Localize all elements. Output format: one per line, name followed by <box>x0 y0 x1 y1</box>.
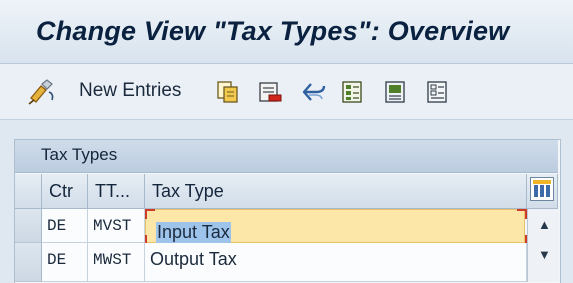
selected-text: Input Tax <box>156 222 231 243</box>
column-header-tax-type-label: Tax Type <box>152 181 224 201</box>
tax-type-input-field[interactable]: Input Tax <box>145 209 525 243</box>
table-settings-icon[interactable] <box>530 177 554 201</box>
table-cell-tt: MWST <box>88 243 145 282</box>
deselect-all-icon[interactable] <box>426 80 450 104</box>
cell-ctr-text: DE <box>47 217 67 235</box>
cell-ctr-text: DE <box>47 251 67 269</box>
column-header-ctr[interactable]: Ctr <box>42 174 88 209</box>
field-corner-mark <box>145 209 155 219</box>
column-header-tt[interactable]: TT... <box>88 174 145 209</box>
display-change-icon[interactable] <box>27 78 59 106</box>
page-title: Change View "Tax Types": Overview <box>36 16 510 46</box>
table-caption-text: Tax Types <box>41 145 118 164</box>
select-all-rows-button[interactable] <box>15 174 42 209</box>
column-header-ctr-label: Ctr <box>49 181 73 201</box>
select-all-icon[interactable] <box>341 80 365 104</box>
table-caption: Tax Types <box>15 140 558 173</box>
tax-type-input-field[interactable]: Output Tax <box>145 243 527 282</box>
title-bar: Change View "Tax Types": Overview <box>0 0 573 64</box>
scroll-up-icon[interactable]: ▲ <box>538 217 551 232</box>
copy-icon[interactable] <box>216 80 240 104</box>
cell-tt-text: MVST <box>93 217 132 235</box>
undo-icon[interactable] <box>301 80 327 104</box>
cell-tax-type-text: Output Tax <box>150 249 237 269</box>
new-entries-button[interactable]: New Entries <box>79 80 181 102</box>
scroll-down-icon[interactable]: ▼ <box>538 247 551 262</box>
table-cell-ctr: DE <box>42 209 88 243</box>
column-header-tt-label: TT... <box>95 181 130 201</box>
table-cell-tt: MVST <box>88 209 145 243</box>
field-corner-mark <box>517 209 527 219</box>
row-selector[interactable] <box>15 209 42 243</box>
row-selector[interactable] <box>15 243 42 282</box>
cell-tt-text: MWST <box>93 251 132 269</box>
vertical-scrollbar[interactable]: ▲ ▼ <box>527 209 559 282</box>
delete-icon[interactable] <box>258 80 282 104</box>
select-block-icon[interactable] <box>384 80 408 104</box>
table-cell-ctr: DE <box>42 243 88 282</box>
column-header-tax-type[interactable]: Tax Type <box>145 174 527 209</box>
